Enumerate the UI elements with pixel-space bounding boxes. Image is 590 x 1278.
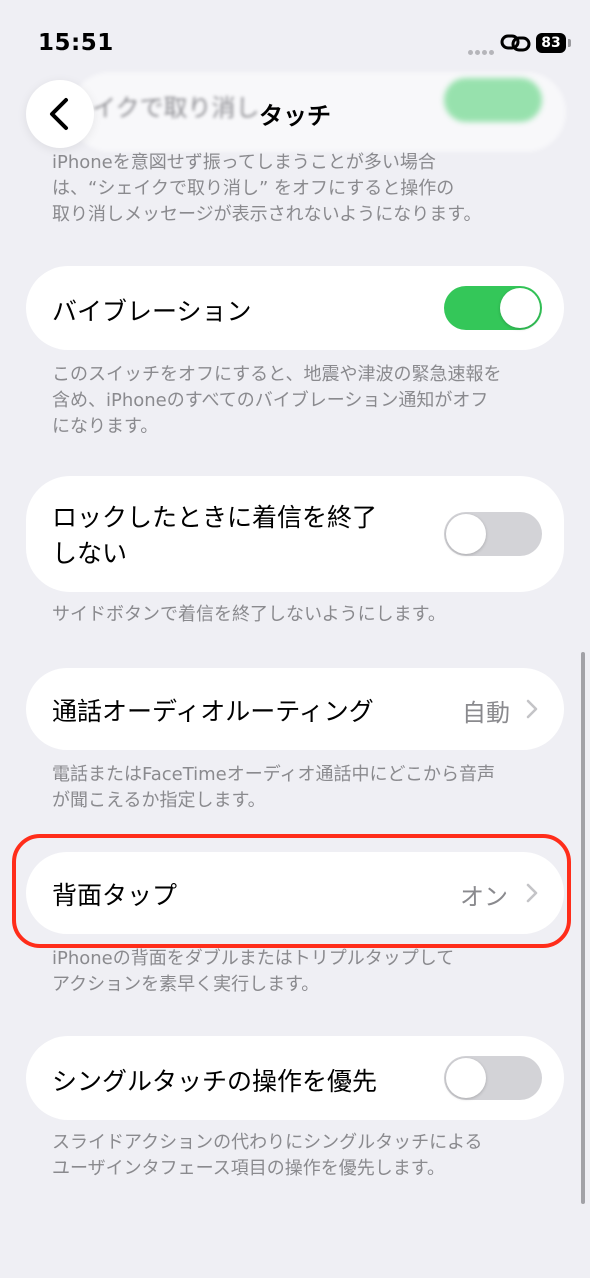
- prevent-lock-end-call-toggle[interactable]: [444, 512, 542, 556]
- page-title: タッチ: [259, 102, 331, 130]
- toggle-knob: [500, 288, 540, 328]
- vibration-toggle[interactable]: [444, 286, 542, 330]
- battery-icon: 83: [536, 33, 566, 53]
- vibration-row[interactable]: バイブレーション: [26, 266, 564, 350]
- prefer-single-touch-row[interactable]: シングルタッチの操作を優先: [26, 1036, 564, 1120]
- highlight-annotation-box: [12, 834, 571, 948]
- status-time: 15:51: [38, 30, 114, 56]
- battery-tip: [568, 39, 571, 47]
- vertical-scrollbar[interactable]: [581, 652, 585, 1204]
- prevent-lock-end-call-label: ロックしたときに着信を終了 しない: [52, 503, 378, 568]
- vibration-footer: このスイッチをオフにすると、地震や津波の緊急速報を 含め、iPhoneのすべての…: [52, 364, 502, 437]
- toggle-knob: [446, 1058, 486, 1098]
- prefer-single-touch-label: シングルタッチの操作を優先: [52, 1067, 378, 1096]
- prefer-single-touch-toggle[interactable]: [444, 1056, 542, 1100]
- back-tap-footer: iPhoneの背面をダブルまたはトリプルタップして アクションを素早く実行します…: [52, 948, 455, 995]
- prevent-lock-end-call-row[interactable]: ロックしたときに着信を終了 しない: [26, 476, 564, 592]
- toggle-knob: [446, 514, 486, 554]
- prefer-single-touch-footer: スライドアクションの代わりにシングルタッチによる ユーザインタフェース項目の操作…: [52, 1132, 483, 1179]
- call-audio-routing-value: 自動: [462, 699, 510, 727]
- prevent-lock-end-call-footer: サイドボタンで着信を終了しないようにします。: [52, 604, 446, 625]
- vibration-label: バイブレーション: [52, 297, 252, 326]
- shake-to-undo-footer: iPhoneを意図せず振ってしまうことが多い場合 は、“シェイクで取り消し” を…: [52, 152, 482, 225]
- scrolled-text-behind: [90, 2, 530, 16]
- call-audio-routing-label: 通話オーディオルーティング: [52, 697, 374, 726]
- call-audio-routing-row[interactable]: 通話オーディオルーティング 自動: [26, 668, 564, 750]
- chevron-right-icon: [526, 699, 538, 719]
- call-audio-routing-footer: 電話またはFaceTimeオーディオ通話中にどこから音声 が聞こえるか指定します…: [52, 764, 495, 811]
- cellular-signal-icon: [468, 40, 496, 55]
- personal-hotspot-link-icon: [500, 30, 532, 56]
